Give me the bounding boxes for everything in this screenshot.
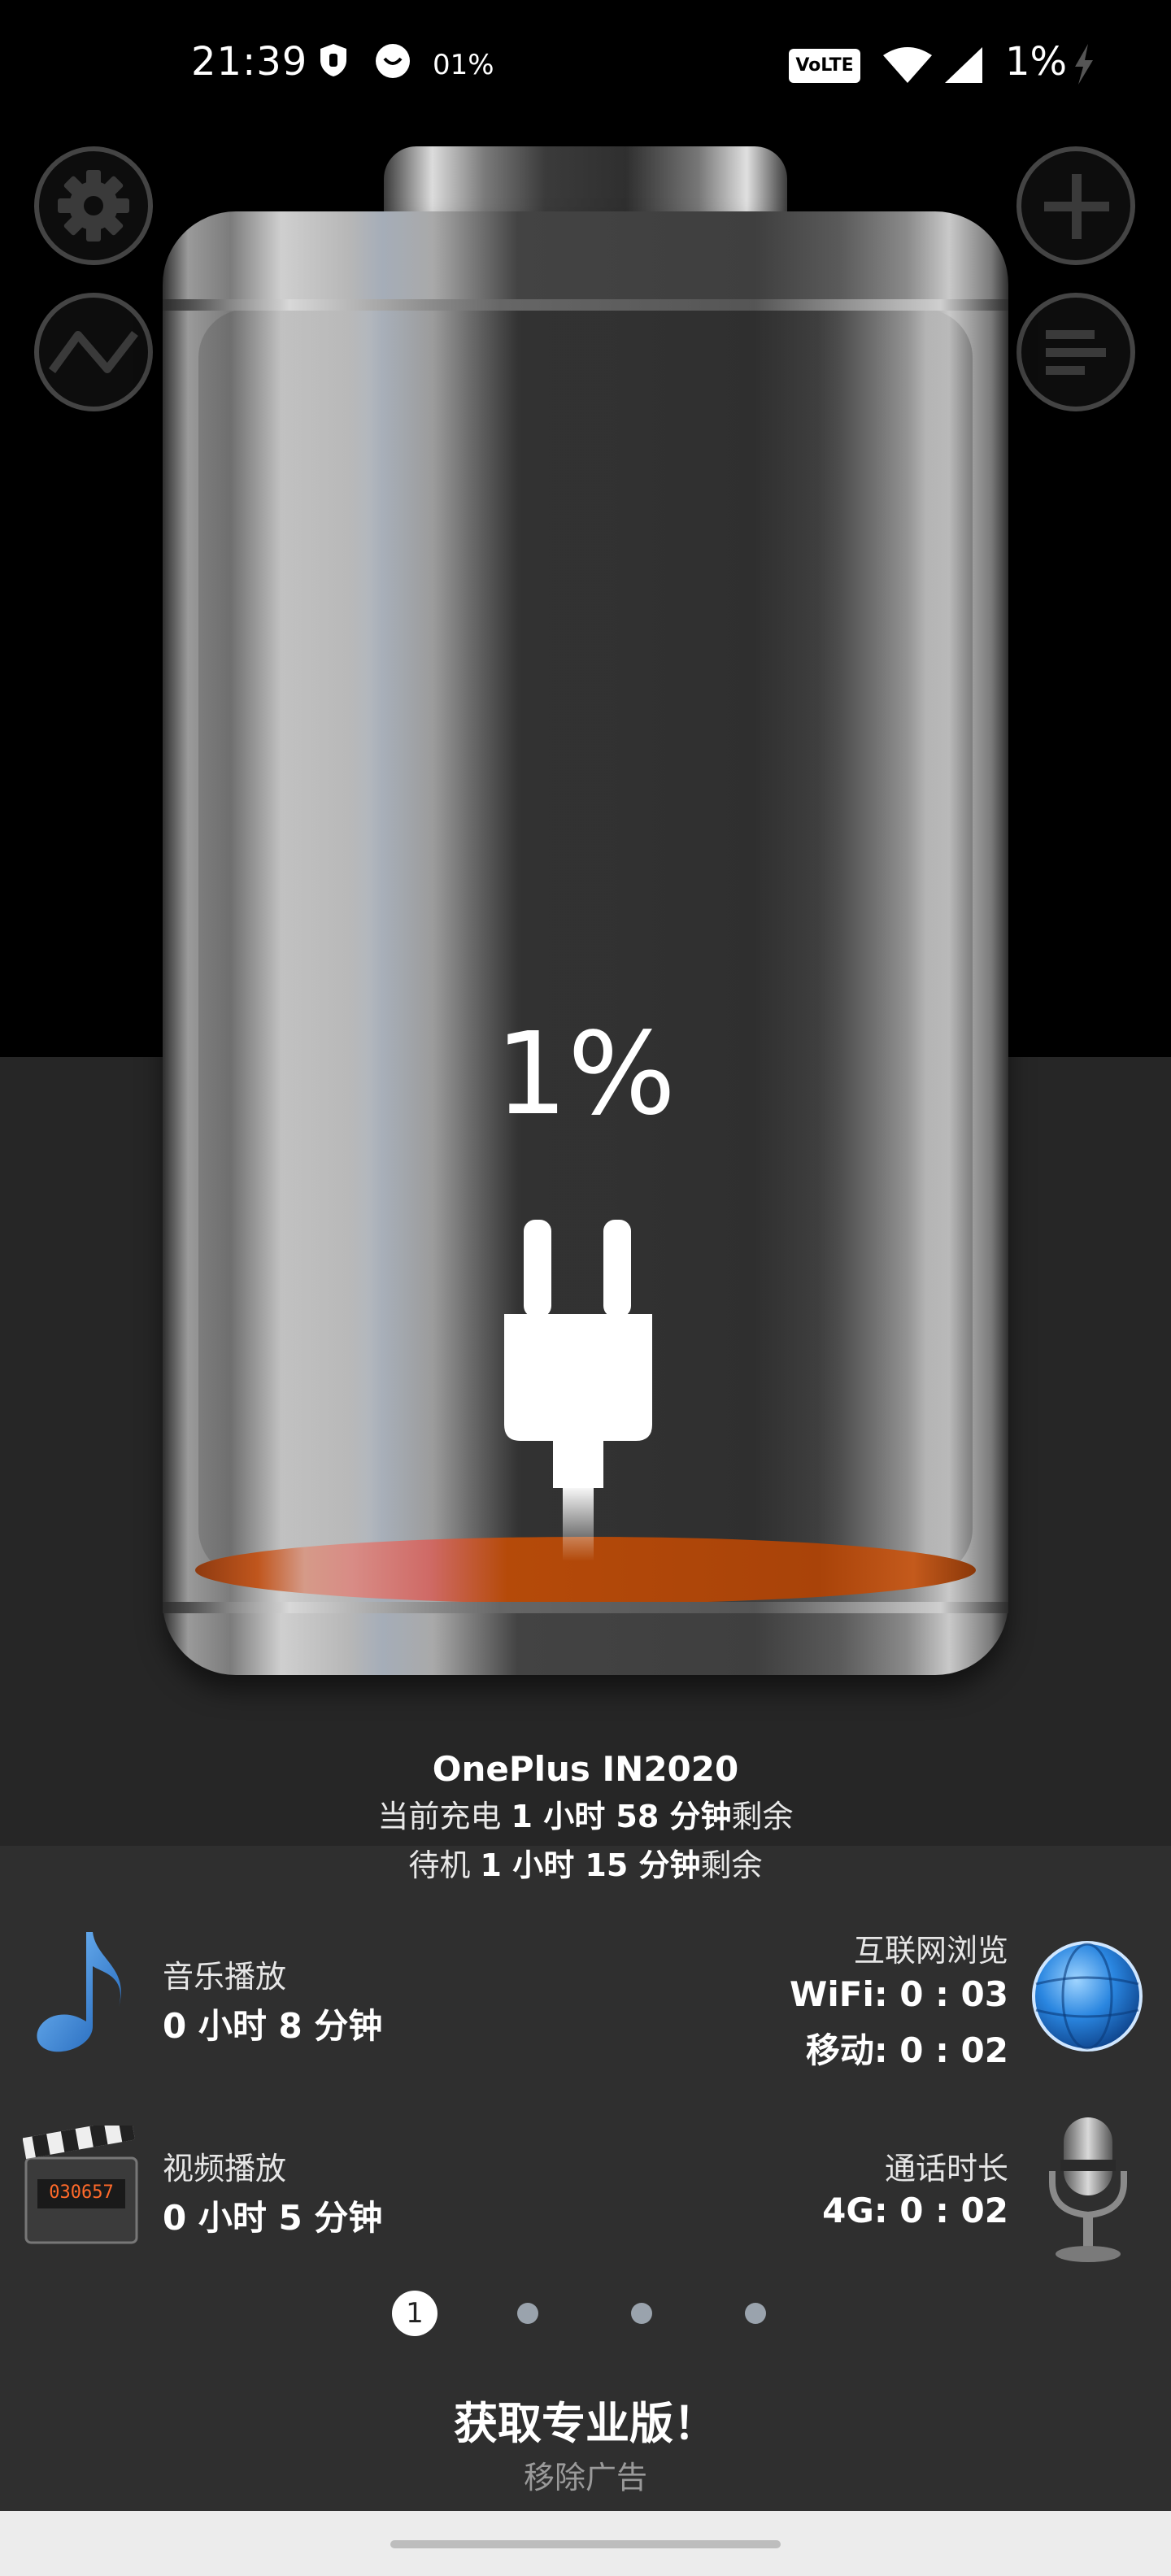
microphone-icon[interactable] [1038,2114,1138,2267]
charge-suffix: 剩余 [731,1799,794,1834]
remove-ads-label[interactable]: 移除广告 [0,2452,1171,2497]
charge-time: 1 小时 58 分钟 [511,1799,732,1834]
charge-prefix: 当前充电 [377,1799,502,1834]
standby-remaining: 待机 1 小时 15 分钟剩余 [0,1841,1171,1890]
page-indicator-2[interactable] [517,2303,538,2324]
internet-wifi: WiFi: 0 : 03 [790,1974,1008,2014]
status-time: 21:39 [191,39,308,85]
status-battery-percent: 1% [1005,39,1068,85]
status-bar: 21:39 01% VoLTE 1% [0,0,1171,130]
call-value: 4G: 0 : 02 [822,2191,1008,2230]
shield-icon [317,42,350,81]
gesture-handle[interactable] [390,2540,781,2548]
clapperboard-icon[interactable]: 030657 [22,2118,140,2251]
music-value: 0 小时 8 分钟 [163,2006,383,2046]
battery-bottom-ring [163,1602,1008,1613]
signal-icon [943,46,984,88]
battery-top-ring [163,299,1008,311]
internet-mobile: 移动: 0 : 02 [805,2030,1008,2070]
charge-remaining: 当前充电 1 小时 58 分钟剩余 [0,1792,1171,1841]
add-button[interactable] [1016,146,1135,265]
battery-graphic: 1% [163,138,1008,1699]
status-small-percent: 01% [433,49,494,81]
volte-badge: VoLTE [789,49,860,83]
wifi-icon [882,46,934,88]
list-button[interactable] [1016,293,1135,411]
globe-icon[interactable] [1030,1939,1145,2057]
clapperboard-counter: 030657 [49,2182,114,2203]
standby-prefix: 待机 [408,1847,471,1883]
internet-label: 互联网浏览 [853,1933,1008,1969]
call-label: 通话时长 [884,2151,1008,2187]
navigation-bar [0,2511,1171,2576]
history-graph-button[interactable] [34,293,153,411]
plug-icon [504,1220,667,1561]
charging-bolt-icon [1072,44,1096,88]
video-label: 视频播放 [163,2151,287,2187]
settings-button[interactable] [34,146,153,265]
page-indicator-3[interactable] [631,2303,652,2324]
device-info: OnePlus IN2020 当前充电 1 小时 58 分钟剩余 待机 1 小时… [0,1747,1171,1890]
standby-suffix: 剩余 [700,1847,763,1883]
device-name: OnePlus IN2020 [432,1749,739,1789]
face-icon [374,42,411,83]
get-pro-button[interactable]: 获取专业版！ [0,2387,1171,2452]
music-note-icon[interactable] [29,1927,130,2060]
page-indicator-4[interactable] [745,2303,766,2324]
video-value: 0 小时 5 分钟 [163,2198,383,2238]
page-indicator-1[interactable]: 1 [392,2291,437,2336]
standby-time: 1 小时 15 分钟 [480,1847,701,1883]
music-label: 音乐播放 [163,1959,287,1995]
battery-percent: 1% [494,1008,677,1141]
